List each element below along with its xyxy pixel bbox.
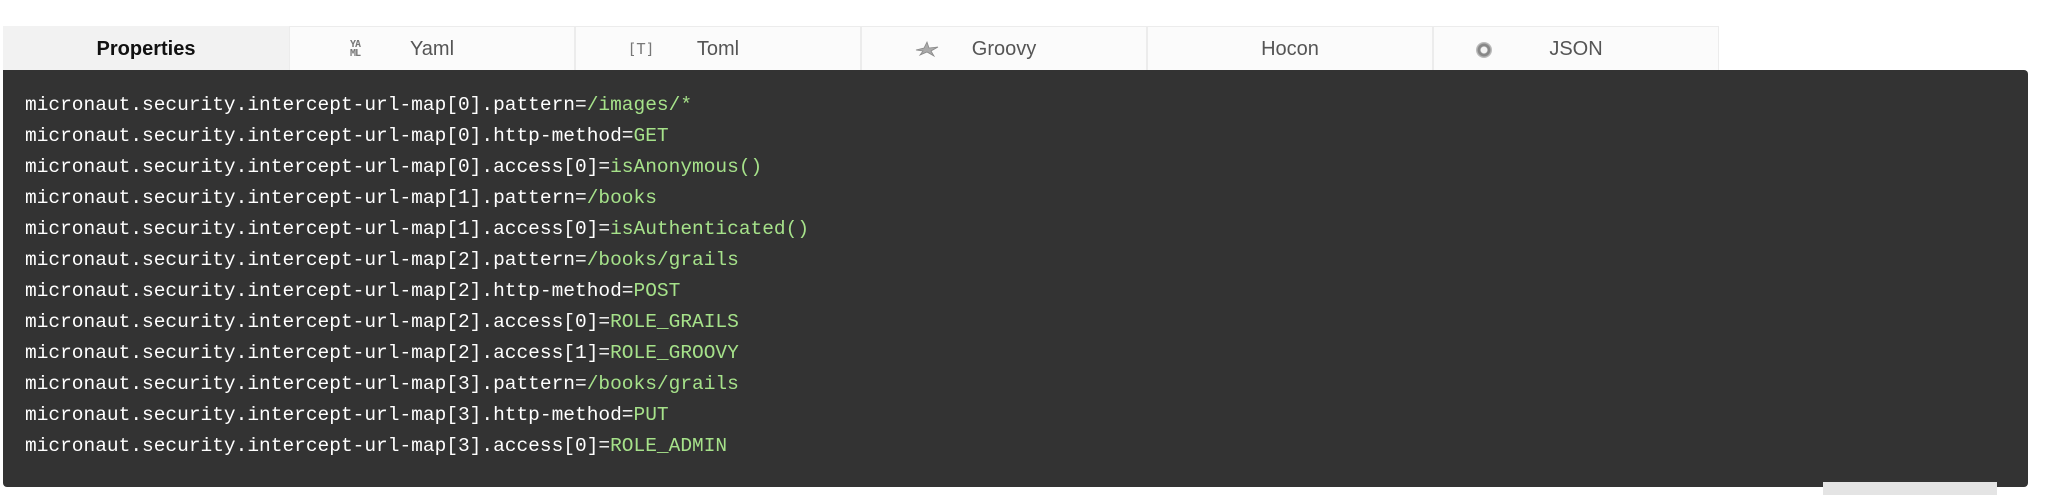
code-line: micronaut.security.intercept-url-map[3].… — [25, 400, 809, 431]
code-key: micronaut.security.intercept-url-map[1].… — [25, 187, 587, 209]
tab-properties[interactable]: Properties — [3, 26, 289, 70]
tab-hocon[interactable]: Hocon — [1147, 26, 1433, 70]
code-key: micronaut.security.intercept-url-map[1].… — [25, 218, 611, 240]
horizontal-scrollbar[interactable] — [1823, 482, 1997, 495]
code-key: micronaut.security.intercept-url-map[3].… — [25, 404, 634, 426]
code-line: micronaut.security.intercept-url-map[1].… — [25, 214, 809, 245]
code-panel: micronaut.security.intercept-url-map[0].… — [3, 70, 2028, 487]
code-value: GET — [633, 125, 669, 147]
code-value: /books/grails — [586, 373, 739, 395]
tab-yaml-label: Yaml — [409, 38, 455, 60]
tab-json[interactable]: JSON — [1433, 26, 1719, 70]
code-key: micronaut.security.intercept-url-map[3].… — [25, 373, 587, 395]
code-line: micronaut.security.intercept-url-map[2].… — [25, 245, 809, 276]
code-key: micronaut.security.intercept-url-map[0].… — [25, 94, 587, 116]
code-line: micronaut.security.intercept-url-map[0].… — [25, 121, 809, 152]
tab-properties-label: Properties — [96, 38, 196, 60]
code-key: micronaut.security.intercept-url-map[3].… — [25, 435, 611, 457]
config-format-tabs: Properties YA ML Yaml [T] Toml Groovy Hoc… — [3, 26, 1719, 70]
code-line: micronaut.security.intercept-url-map[3].… — [25, 369, 809, 400]
code-value: /books — [586, 187, 657, 209]
tab-groovy-label: Groovy — [971, 38, 1037, 60]
code-key: micronaut.security.intercept-url-map[2].… — [25, 311, 611, 333]
code-line: micronaut.security.intercept-url-map[2].… — [25, 338, 809, 369]
code-value: /books/grails — [586, 249, 739, 271]
code-key: micronaut.security.intercept-url-map[0].… — [25, 156, 611, 178]
tab-toml-label: Toml — [696, 38, 740, 60]
code-value: ROLE_GROOVY — [610, 342, 739, 364]
code-value: ROLE_ADMIN — [610, 435, 728, 457]
tab-toml[interactable]: [T] Toml — [575, 26, 861, 70]
code-key: micronaut.security.intercept-url-map[0].… — [25, 125, 634, 147]
tab-json-label: JSON — [1549, 38, 1603, 60]
code-value: /images/* — [586, 94, 693, 116]
code-block: micronaut.security.intercept-url-map[0].… — [25, 90, 809, 462]
code-line: micronaut.security.intercept-url-map[2].… — [25, 276, 809, 307]
code-line: micronaut.security.intercept-url-map[0].… — [25, 90, 809, 121]
code-value: ROLE_GRAILS — [610, 311, 739, 333]
code-line: micronaut.security.intercept-url-map[0].… — [25, 152, 809, 183]
code-value: isAuthenticated() — [610, 218, 810, 240]
code-value: isAnonymous() — [610, 156, 763, 178]
tab-groovy[interactable]: Groovy — [861, 26, 1147, 70]
code-value: PUT — [633, 404, 669, 426]
code-key: micronaut.security.intercept-url-map[2].… — [25, 249, 587, 271]
code-key: micronaut.security.intercept-url-map[2].… — [25, 280, 634, 302]
tab-yaml[interactable]: YA ML Yaml — [289, 26, 575, 70]
tab-hocon-label: Hocon — [1261, 38, 1319, 60]
code-key: micronaut.security.intercept-url-map[2].… — [25, 342, 611, 364]
code-value: POST — [633, 280, 681, 302]
code-line: micronaut.security.intercept-url-map[1].… — [25, 183, 809, 214]
code-line: micronaut.security.intercept-url-map[2].… — [25, 307, 809, 338]
code-line: micronaut.security.intercept-url-map[3].… — [25, 431, 809, 462]
